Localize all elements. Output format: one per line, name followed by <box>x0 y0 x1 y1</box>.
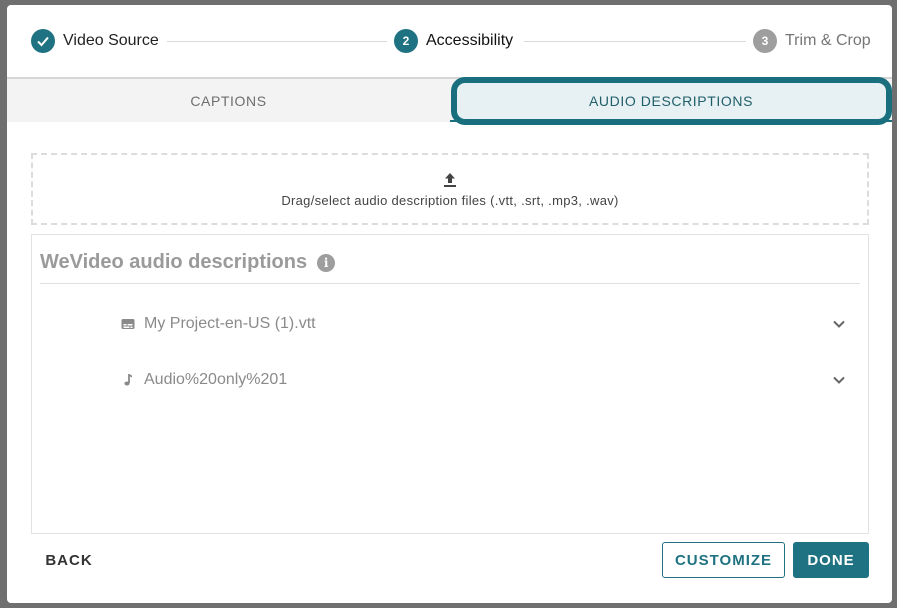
stepper: Video Source 2 Accessibility 3 Trim & Cr… <box>7 5 892 77</box>
file-dropzone[interactable]: Drag/select audio description files (.vt… <box>31 153 869 225</box>
dropzone-text: Drag/select audio description files (.vt… <box>281 192 619 208</box>
step-label: Video Source <box>63 32 159 49</box>
audio-descriptions-panel: WeVideo audio descriptions i My Project-… <box>31 234 869 534</box>
tab-captions[interactable]: CAPTIONS <box>7 79 450 122</box>
check-icon <box>31 29 55 53</box>
chevron-down-icon[interactable] <box>830 315 848 333</box>
tab-audio-descriptions[interactable]: AUDIO DESCRIPTIONS <box>450 77 892 125</box>
panel-title: WeVideo audio descriptions i <box>40 251 336 274</box>
step-connector <box>167 41 387 42</box>
back-button[interactable]: BACK <box>35 542 103 578</box>
step-number: 2 <box>394 29 418 53</box>
panel-title-text: WeVideo audio descriptions <box>40 251 308 273</box>
customize-button[interactable]: CUSTOMIZE <box>662 542 785 578</box>
tab-label: AUDIO DESCRIPTIONS <box>588 92 754 109</box>
info-icon[interactable]: i <box>317 253 336 272</box>
done-button[interactable]: DONE <box>793 542 869 578</box>
music-note-icon <box>120 372 136 388</box>
step-video-source[interactable]: Video Source <box>31 29 159 53</box>
step-label: Trim & Crop <box>785 32 871 49</box>
step-connector <box>524 41 746 42</box>
step-label: Accessibility <box>426 32 514 49</box>
step-trim-crop[interactable]: 3 Trim & Crop <box>753 29 871 53</box>
chevron-down-icon[interactable] <box>830 371 848 389</box>
file-name: Audio%20only%201 <box>144 371 288 388</box>
tab-label: CAPTIONS <box>190 92 267 109</box>
step-number: 3 <box>753 29 777 53</box>
subtitles-icon <box>120 316 136 332</box>
accessibility-dialog: Video Source 2 Accessibility 3 Trim & Cr… <box>7 5 892 603</box>
step-accessibility[interactable]: 2 Accessibility <box>394 29 513 53</box>
upload-icon <box>444 172 456 187</box>
tab-bar: CAPTIONS AUDIO DESCRIPTIONS <box>7 77 892 125</box>
file-name: My Project-en-US (1).vtt <box>144 315 316 332</box>
list-item[interactable]: Audio%20only%201 <box>32 360 868 400</box>
active-tab-indicator <box>450 120 892 122</box>
divider <box>40 283 860 284</box>
list-item[interactable]: My Project-en-US (1).vtt <box>32 304 868 344</box>
